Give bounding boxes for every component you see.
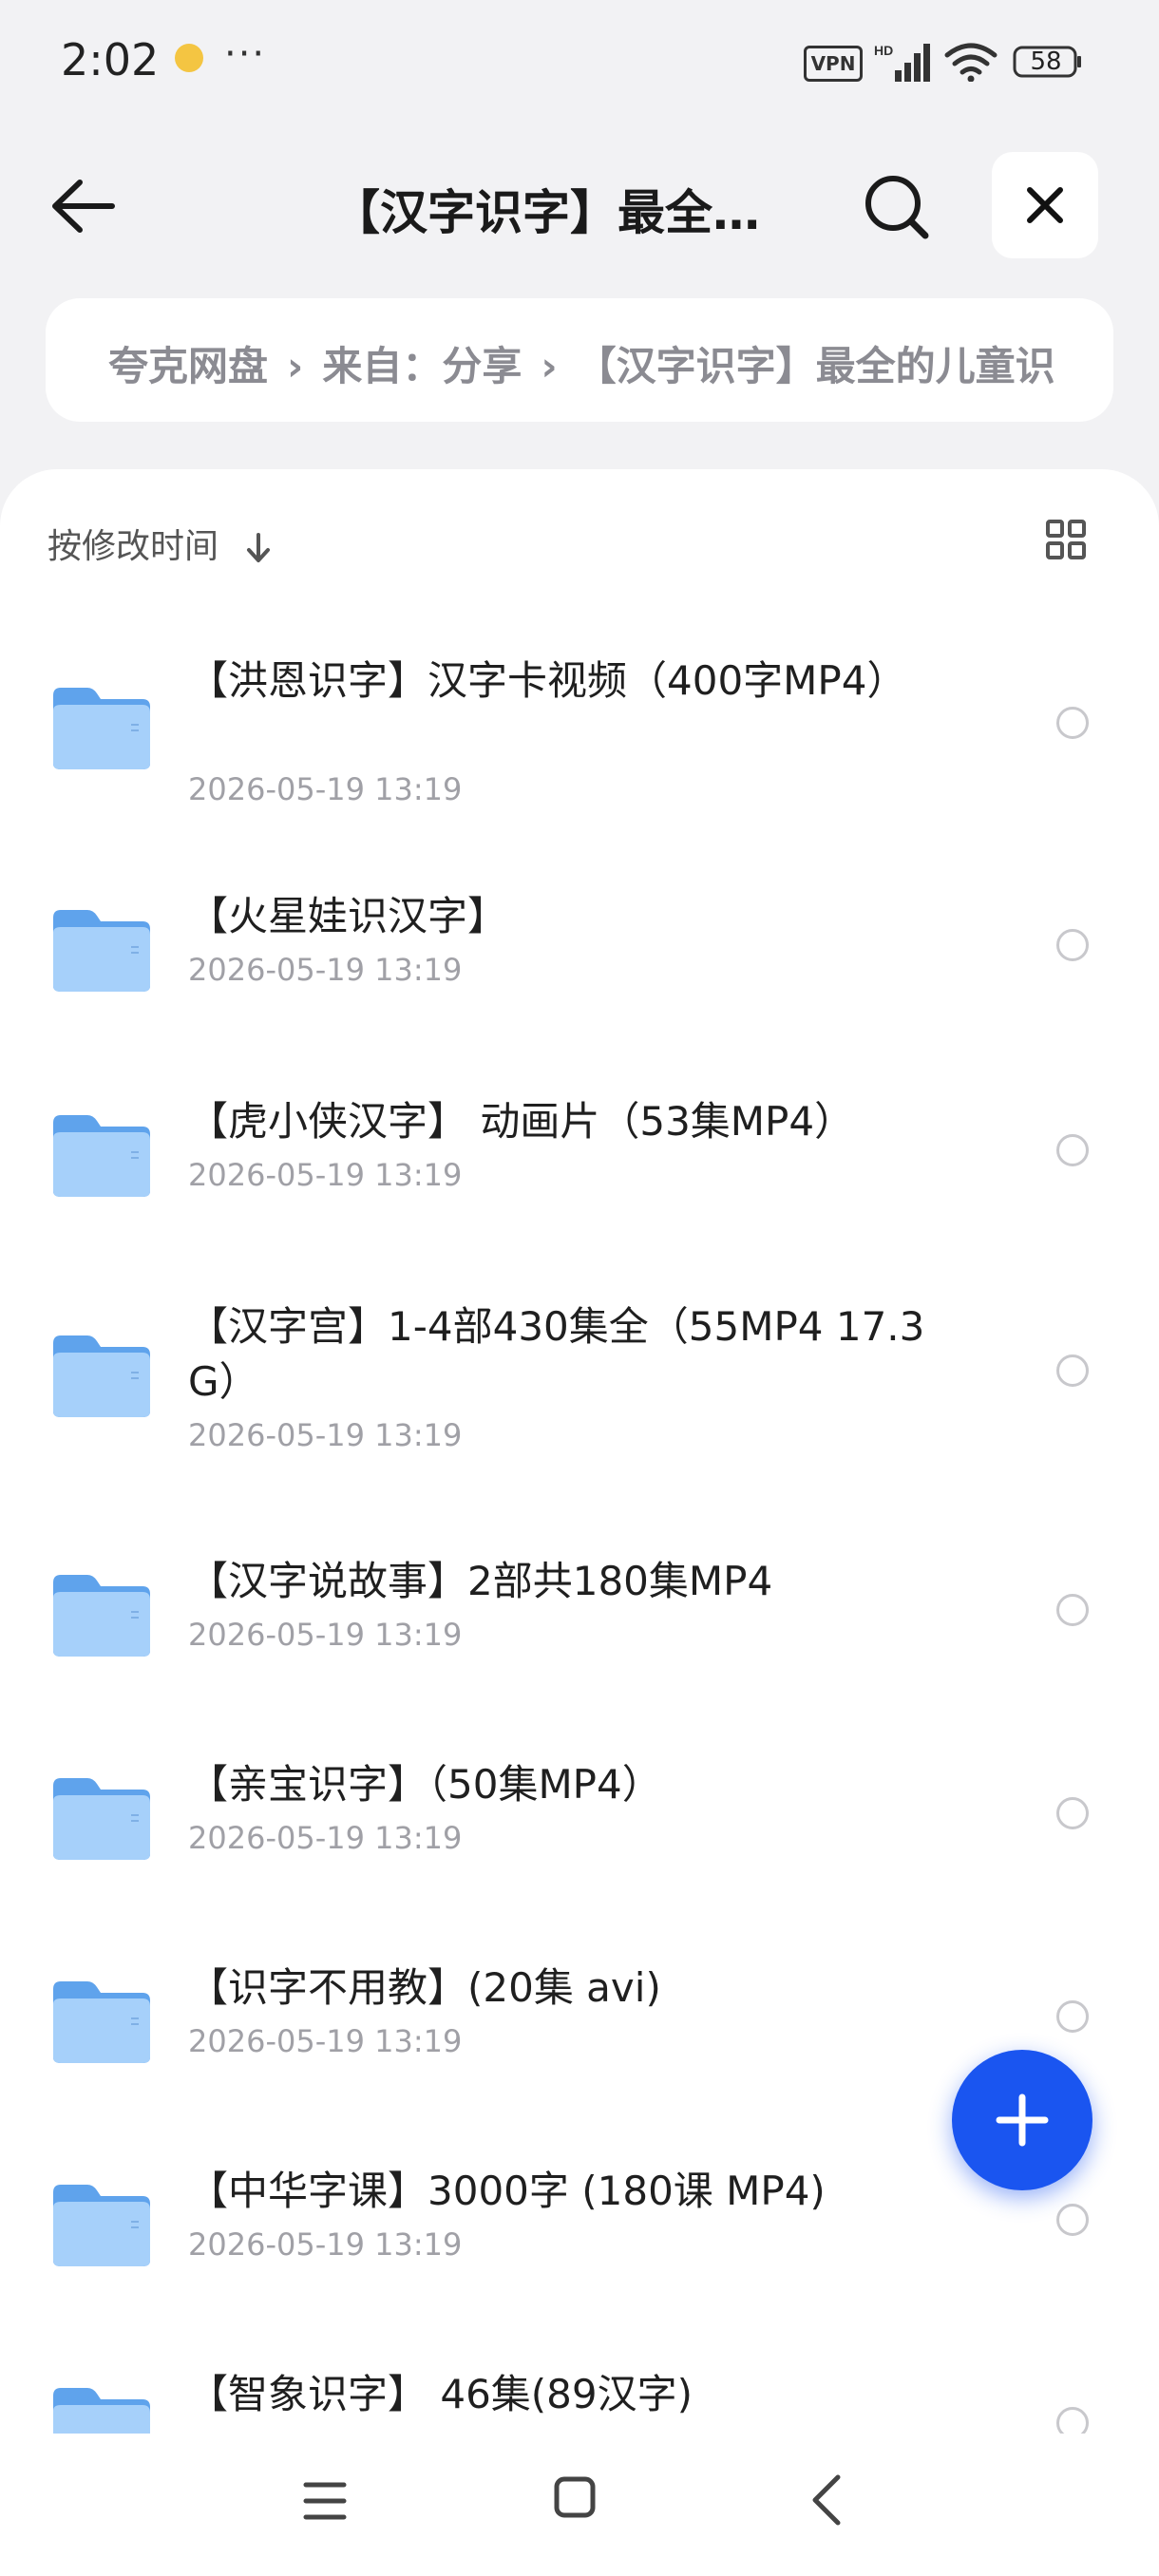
breadcrumb-item-current[interactable]: 【汉字识字】最全的儿童识字视频 bbox=[577, 343, 1056, 389]
select-radio[interactable] bbox=[1056, 1594, 1089, 1626]
vpn-icon: VPN bbox=[804, 46, 863, 82]
list-item[interactable]: 【汉字说故事】2部共180集MP4 2026-05-19 13:19 bbox=[0, 1535, 1159, 1677]
file-name: 【亲宝识字】（50集MP4） bbox=[188, 1761, 662, 1808]
svg-text:HD: HD bbox=[874, 43, 893, 58]
breadcrumb: 夸克网盘 › 来自：分享 › 【汉字识字】最全的儿童识字视频 bbox=[46, 298, 1113, 422]
battery-level: 58 bbox=[1030, 47, 1062, 76]
file-date: 2026-05-19 13:19 bbox=[188, 1617, 463, 1653]
file-name: 【识字不用教】(20集 avi) bbox=[188, 1964, 661, 2011]
list-item[interactable]: 【洪恩识字】汉字卡视频（400字MP4） 2026-05-19 13:19 bbox=[0, 629, 1159, 819]
search-icon bbox=[865, 176, 929, 239]
list-item[interactable]: 【虎小侠汉字】 动画片（53集MP4） 2026-05-19 13:19 bbox=[0, 1075, 1159, 1218]
search-button[interactable] bbox=[861, 171, 931, 241]
file-date: 2026-05-19 13:19 bbox=[188, 2023, 463, 2059]
select-radio[interactable] bbox=[1056, 707, 1089, 739]
folder-icon bbox=[53, 1778, 150, 1860]
close-button[interactable] bbox=[992, 152, 1098, 258]
folder-icon bbox=[53, 1115, 150, 1197]
back-icon[interactable] bbox=[809, 2473, 844, 2527]
signal-icon: HD bbox=[874, 43, 930, 82]
list-item[interactable]: 【汉字宫】1-4部430集全（55MP4 17.3G） 2026-05-19 1… bbox=[0, 1277, 1159, 1467]
status-bar: 2:02 ··· VPN HD 58 bbox=[0, 0, 1159, 123]
file-date: 2026-05-19 13:19 bbox=[188, 1417, 463, 1453]
folder-icon bbox=[53, 1981, 150, 2063]
arrow-down-icon bbox=[247, 533, 271, 562]
file-name: 【汉字说故事】2部共180集MP4 bbox=[188, 1558, 773, 1604]
breadcrumb-item-root[interactable]: 夸克网盘 bbox=[108, 343, 268, 389]
emoji-notification-icon bbox=[175, 44, 203, 72]
chevron-right-icon: › bbox=[287, 343, 304, 389]
list-item[interactable]: 【亲宝识字】（50集MP4） 2026-05-19 13:19 bbox=[0, 1738, 1159, 1881]
back-arrow-icon bbox=[52, 180, 115, 233]
grid-view-icon[interactable] bbox=[1045, 519, 1087, 560]
folder-icon bbox=[53, 1335, 150, 1417]
file-name: 【中华字课】3000字 (180课 MP4) bbox=[188, 2168, 826, 2214]
folder-icon bbox=[53, 2185, 150, 2266]
more-notifications-icon: ··· bbox=[224, 32, 267, 76]
plus-icon bbox=[996, 2093, 1049, 2147]
wifi-icon bbox=[944, 43, 998, 82]
folder-icon bbox=[53, 688, 150, 769]
back-button[interactable] bbox=[48, 175, 118, 237]
chevron-right-icon: › bbox=[541, 343, 558, 389]
breadcrumb-item-share[interactable]: 来自：分享 bbox=[322, 343, 522, 389]
select-radio[interactable] bbox=[1056, 1134, 1089, 1166]
list-item[interactable]: 【智象识字】 46集(89汉字) bbox=[0, 2348, 1159, 2454]
file-date: 2026-05-19 13:19 bbox=[188, 771, 463, 807]
file-name: 【智象识字】 46集(89汉字) bbox=[188, 2371, 694, 2417]
close-icon bbox=[1027, 187, 1063, 223]
file-name: 【洪恩识字】汉字卡视频（400字MP4） bbox=[188, 657, 907, 704]
file-date: 2026-05-19 13:19 bbox=[188, 1820, 463, 1856]
select-radio[interactable] bbox=[1056, 929, 1089, 961]
list-item[interactable]: 【火星娃识汉字】 2026-05-19 13:19 bbox=[0, 870, 1159, 1013]
page-title: 【汉字识字】最全的儿童识字视频 bbox=[332, 185, 779, 240]
file-name: 【汉字宫】1-4部430集全（55MP4 17.3G） bbox=[188, 1303, 925, 1405]
add-button[interactable] bbox=[952, 2050, 1092, 2190]
select-radio[interactable] bbox=[1056, 2204, 1089, 2236]
select-radio[interactable] bbox=[1056, 2000, 1089, 2033]
sort-label: 按修改时间 bbox=[48, 527, 219, 566]
file-name: 【虎小侠汉字】 动画片（53集MP4） bbox=[188, 1098, 855, 1145]
file-name: 【火星娃识汉字】 bbox=[188, 893, 508, 939]
file-date: 2026-05-19 13:19 bbox=[188, 952, 463, 988]
sort-button[interactable]: 按修改时间 bbox=[48, 519, 273, 568]
select-radio[interactable] bbox=[1056, 1354, 1089, 1387]
select-radio[interactable] bbox=[1056, 1797, 1089, 1829]
folder-icon bbox=[53, 1575, 150, 1657]
file-date: 2026-05-19 13:19 bbox=[188, 2226, 463, 2263]
file-date: 2026-05-19 13:19 bbox=[188, 1157, 463, 1193]
menu-icon[interactable] bbox=[302, 2477, 348, 2525]
status-time: 2:02 bbox=[61, 34, 160, 85]
system-nav-bar bbox=[0, 2434, 1159, 2576]
folder-icon bbox=[53, 910, 150, 992]
home-icon[interactable] bbox=[553, 2475, 597, 2519]
